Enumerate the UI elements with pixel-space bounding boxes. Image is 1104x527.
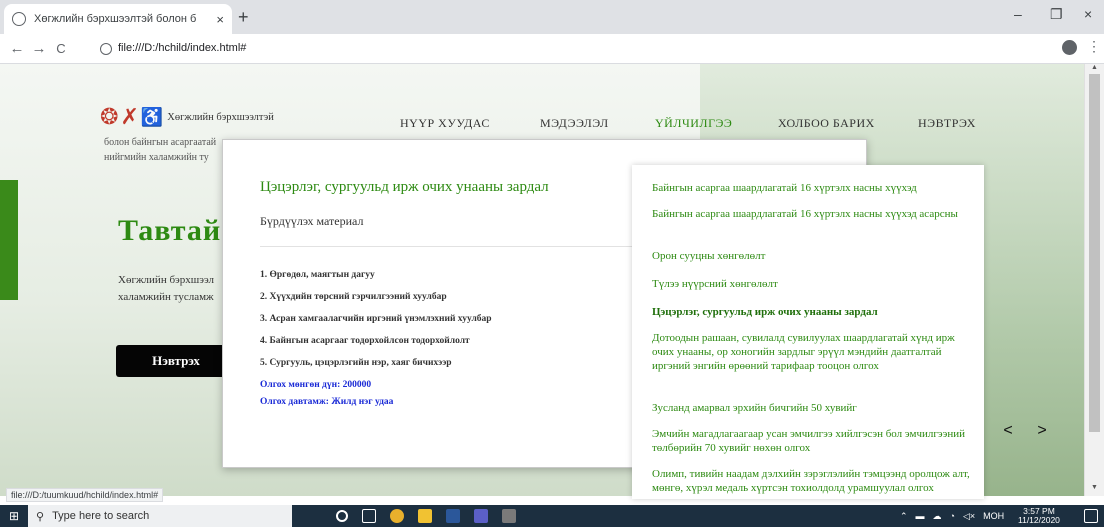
scroll-up-icon[interactable]: ▲ xyxy=(1091,64,1098,71)
wifi-icon[interactable]: ◔ xyxy=(950,511,955,521)
system-tray: ⌃ ▬ ☁ ◔ ◁× МОН xyxy=(900,505,1004,527)
logo-subtitle-2: нийгмийн халамжийн ту xyxy=(104,152,209,163)
minimize-button[interactable]: – xyxy=(1014,6,1022,22)
modal-title: Цэцэрлэг, сургуульд ирж очих унааны зард… xyxy=(260,179,549,195)
logo-subtitle-1: болон байнгын асаргаатай xyxy=(104,137,217,148)
nav-login[interactable]: НЭВТРЭХ xyxy=(918,116,976,131)
requirement-item: 1. Өргөдөл, маягтын дагуу xyxy=(260,270,375,280)
hero-text-line1: Хөгжлийн бэрхшээл xyxy=(118,274,214,286)
benefit-amount: Олгох мөнгөн дүн: 200000 xyxy=(260,380,372,390)
app-icon[interactable] xyxy=(502,509,516,523)
slider-prev-button[interactable]: < xyxy=(992,416,1024,446)
nav-news[interactable]: МЭДЭЭЛЭЛ xyxy=(540,116,609,131)
sidebar-item[interactable]: Байнгын асаргаа шаардлагатай 16 хүртэлх … xyxy=(652,181,972,195)
requirement-item: 5. Сургууль, цэцэрлэгийн нэр, хаяг бичих… xyxy=(260,358,452,368)
tray-chevron-icon[interactable]: ⌃ xyxy=(900,511,908,522)
logo-people-icon: ❂ xyxy=(100,104,119,129)
cortana-icon[interactable] xyxy=(336,510,348,522)
tab-close-icon[interactable]: × xyxy=(216,12,224,27)
taskbar-clock[interactable]: 3:57 PM 11/12/2020 xyxy=(1018,507,1060,525)
scrollbar-thumb[interactable] xyxy=(1089,74,1100,432)
services-sidebar: Байнгын асаргаа шаардлагатай 16 хүртэлх … xyxy=(632,165,984,499)
requirement-item: 2. Хүүхдийн төрсний гэрчилгээний хуулбар xyxy=(260,292,447,302)
logo-title: Хөгжлийн бэрхшээлтэй xyxy=(167,111,274,123)
windows-start-icon[interactable]: ⊞ xyxy=(0,505,28,527)
address-bar[interactable]: file:///D:/hchild/index.html# xyxy=(118,42,246,54)
sidebar-item-active[interactable]: Цэцэрлэг, сургуульд ирж очих унааны зард… xyxy=(652,305,972,319)
benefit-frequency: Олгох давтамж: Жилд нэг удаа xyxy=(260,397,394,407)
globe-icon xyxy=(12,12,26,26)
logo-figure-icon: ✗ xyxy=(120,104,139,129)
browser-tabstrip: Хөгжлийн бэрхшээлтэй болон б × + – ❐ × xyxy=(0,0,1104,34)
network-icon[interactable]: ▬ xyxy=(916,511,925,521)
restore-button[interactable]: ❐ xyxy=(1050,6,1063,23)
task-view-icon[interactable] xyxy=(362,509,376,523)
page-scrollbar[interactable]: ▲ ▼ xyxy=(1084,64,1104,496)
sidebar-item[interactable]: Зусланд амарвал эрхийн бичгийн 50 хувийг xyxy=(652,401,972,415)
sidebar-item[interactable]: Орон сууцны хөнгөлөлт xyxy=(652,249,972,263)
search-placeholder: Type here to search xyxy=(52,510,150,522)
requirement-item: 4. Байнгын асаргааг тодорхойлсон тодорхо… xyxy=(260,336,470,346)
modal-subheading: Бүрдүүлэх материал xyxy=(260,214,364,228)
site-info-icon[interactable] xyxy=(100,43,112,55)
teams-icon[interactable] xyxy=(474,509,488,523)
hero-title: Тавтай xyxy=(118,214,222,247)
hero-login-button[interactable]: Нэвтрэх xyxy=(116,345,236,377)
sidebar-item[interactable]: Байнгын асаргаа шаардлагатай 16 хүртэлх … xyxy=(652,207,972,221)
link-status-bar: file:///D:/tuumkuud/hchild/index.html# xyxy=(6,488,164,502)
logo-wheelchair-icon: ♿ xyxy=(140,106,164,127)
file-explorer-icon[interactable] xyxy=(418,509,432,523)
forward-button[interactable]: → xyxy=(28,40,50,57)
new-tab-button[interactable]: + xyxy=(238,7,249,28)
browser-menu-button[interactable]: ⋮ xyxy=(1087,38,1101,55)
sidebar-item[interactable]: Дотоодын рашаан, сувилалд сувилуулах шаа… xyxy=(652,331,972,373)
hero-text-line2: халамжийн тусламж xyxy=(118,291,214,303)
volume-icon[interactable]: ◁× xyxy=(963,511,975,522)
notification-icon[interactable] xyxy=(1084,509,1098,523)
word-icon[interactable] xyxy=(446,509,460,523)
browser-tab[interactable]: Хөгжлийн бэрхшээлтэй болон б × xyxy=(4,4,232,34)
sidebar-item[interactable]: Олимп, тивийн наадам дэлхийн зэрэглэлийн… xyxy=(652,467,972,495)
sidebar-item[interactable]: Эмчийн магадлагаагаар усан эмчилгээ хийл… xyxy=(652,427,972,455)
search-icon: ⚲ xyxy=(36,510,45,523)
nav-home[interactable]: НҮҮР ХУУДАС xyxy=(400,116,490,131)
language-indicator[interactable]: МОН xyxy=(983,511,1004,521)
close-window-button[interactable]: × xyxy=(1084,6,1092,22)
requirement-item: 3. Асран хамгаалагчийн иргэний үнэмлэхни… xyxy=(260,314,492,324)
account-icon[interactable] xyxy=(1062,40,1077,55)
chrome-icon[interactable] xyxy=(390,509,404,523)
tab-title: Хөгжлийн бэрхшээлтэй болон б xyxy=(34,13,197,25)
cloud-icon[interactable]: ☁ xyxy=(933,511,942,522)
back-button[interactable]: ← xyxy=(6,40,28,57)
taskbar-search[interactable]: ⚲ Type here to search xyxy=(28,505,292,527)
browser-toolbar: ← → C file:///D:/hchild/index.html# ⋮ xyxy=(0,34,1104,64)
accent-bar xyxy=(0,180,18,300)
nav-services[interactable]: ҮЙЛЧИЛГЭЭ xyxy=(655,116,732,131)
sidebar-item[interactable]: Түлээ нүүрсний хөнгөлөлт xyxy=(652,277,972,291)
clock-date: 11/12/2020 xyxy=(1018,515,1060,525)
windows-taskbar: ⊞ ⚲ Type here to search ⌃ ▬ ☁ ◔ ◁× МОН 3… xyxy=(0,505,1104,527)
nav-contact[interactable]: ХОЛБОО БАРИХ xyxy=(778,116,875,131)
slider-next-button[interactable]: > xyxy=(1026,416,1058,446)
site-logo[interactable]: ❂ ✗ ♿ Хөгжлийн бэрхшээлтэй xyxy=(100,104,274,130)
reload-button[interactable]: C xyxy=(50,41,72,56)
scroll-down-icon[interactable]: ▼ xyxy=(1091,484,1098,491)
modal-divider xyxy=(260,246,636,247)
